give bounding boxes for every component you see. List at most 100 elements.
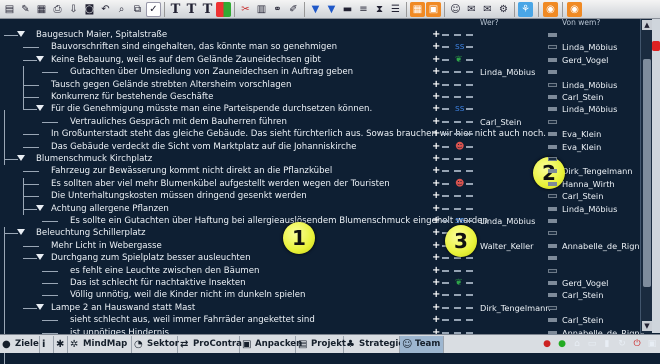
status-dash[interactable] xyxy=(442,269,449,272)
status-dash[interactable] xyxy=(454,34,461,36)
add-icon[interactable]: + xyxy=(432,91,440,103)
list-item[interactable]: Völlig unnötig, weil die Kinder nicht im… xyxy=(0,289,425,301)
list-item[interactable]: Es sollten aber viel mehr Blumenkübel au… xyxy=(0,178,425,190)
tab-sektor[interactable]: ◔ Sektor xyxy=(132,336,179,353)
list-item[interactable]: es fehlt eine Leuchte zwischen den Bäume… xyxy=(0,265,425,277)
add-icon[interactable]: + xyxy=(432,215,440,227)
list-item[interactable]: Das Gebäude verdeckt die Sicht vom Markt… xyxy=(0,141,425,153)
status-dash[interactable] xyxy=(442,319,449,322)
tool-icon[interactable]: ✐ xyxy=(286,2,301,17)
sort-icon[interactable]: ☰ xyxy=(388,2,403,17)
plant-icon[interactable]: ❦ xyxy=(455,277,463,289)
priority-marker[interactable] xyxy=(548,82,557,87)
add-icon[interactable]: + xyxy=(432,54,440,66)
priority-marker[interactable] xyxy=(548,243,557,248)
status-dash[interactable] xyxy=(442,83,449,86)
status-dash[interactable] xyxy=(466,220,473,222)
status-dash[interactable] xyxy=(466,294,473,297)
status-dash[interactable] xyxy=(442,120,449,123)
status-dash[interactable] xyxy=(442,145,449,148)
expand-toggle-icon[interactable] xyxy=(36,303,44,310)
priority-marker[interactable] xyxy=(548,268,557,273)
list-item[interactable]: Durchgang zum Spielplatz besser ausleuch… xyxy=(0,252,425,264)
undo-icon[interactable]: ↶ xyxy=(98,2,113,17)
priority-marker[interactable] xyxy=(548,318,557,323)
tab-asterisk[interactable]: ✱ xyxy=(54,336,68,353)
vertical-scrollbar[interactable]: ▲ ▼ xyxy=(640,19,652,333)
add-icon[interactable]: + xyxy=(432,190,440,202)
add-icon[interactable]: + xyxy=(432,277,440,289)
priority-marker[interactable] xyxy=(548,256,557,261)
copy-icon[interactable]: ⧉ xyxy=(130,2,145,17)
network-icon[interactable]: ⚘ xyxy=(518,2,533,17)
priority-marker[interactable] xyxy=(548,33,557,37)
status-dash[interactable] xyxy=(454,294,461,297)
list-item[interactable]: sieht schlecht aus, weil immer Fahrräder… xyxy=(0,314,425,326)
export-icon[interactable]: ⇩ xyxy=(66,2,81,17)
add-icon[interactable]: + xyxy=(432,79,440,91)
status-dash[interactable] xyxy=(454,195,461,198)
plant-icon[interactable]: ❦ xyxy=(455,54,463,66)
topic-row[interactable]: Baugesuch Maier, Spitalstraße xyxy=(0,29,425,41)
status-dash[interactable] xyxy=(466,120,473,123)
list-item[interactable]: Das ist schlecht für nachtaktive Insekte… xyxy=(0,277,425,289)
status-dash[interactable] xyxy=(454,207,461,210)
color-icon[interactable] xyxy=(216,2,231,17)
status-dash[interactable] xyxy=(466,108,473,111)
add-icon[interactable]: + xyxy=(432,289,440,301)
status-green-icon[interactable]: ● xyxy=(556,337,568,351)
scroll-down-icon[interactable]: ▼ xyxy=(642,321,652,331)
priority-marker[interactable] xyxy=(548,305,557,310)
add-icon[interactable]: + xyxy=(432,265,440,277)
move-down-2-icon[interactable]: ▼ xyxy=(324,2,339,17)
window-icon[interactable]: ▣ xyxy=(646,337,658,351)
status-dash[interactable] xyxy=(442,158,449,160)
status-dash[interactable] xyxy=(442,58,449,61)
list-item[interactable]: Konkurrenz für bestehende Geschäfte xyxy=(0,91,425,103)
update-icon[interactable]: ↻ xyxy=(616,337,628,351)
scroll-thumb[interactable] xyxy=(643,59,651,287)
note-icon[interactable]: ss xyxy=(455,41,464,53)
priority-marker[interactable] xyxy=(548,206,557,211)
list-item[interactable]: Gutachten über Umsiedlung von Zauneidech… xyxy=(0,66,425,78)
list-item[interactable]: Keine Bebauung, weil es auf dem Gelände … xyxy=(0,54,425,66)
status-dash[interactable] xyxy=(466,34,473,36)
expand-toggle-icon[interactable] xyxy=(17,229,25,236)
save-icon[interactable]: ▦ xyxy=(34,2,49,17)
status-dash[interactable] xyxy=(442,71,449,74)
status-dash[interactable] xyxy=(454,71,461,74)
status-red-icon[interactable]: ● xyxy=(541,337,553,351)
status-dash[interactable] xyxy=(466,319,473,322)
add-icon[interactable]: + xyxy=(432,227,440,239)
expand-toggle-icon[interactable] xyxy=(17,155,25,161)
expand-toggle-icon[interactable] xyxy=(17,31,25,37)
status-dash[interactable] xyxy=(442,195,449,198)
text-bold-icon[interactable]: T xyxy=(168,2,183,17)
status-dash[interactable] xyxy=(466,269,473,272)
status-dash[interactable] xyxy=(442,96,449,98)
status-dash[interactable] xyxy=(442,306,449,309)
text-size-icon[interactable]: T xyxy=(184,2,199,17)
status-dash[interactable] xyxy=(466,58,473,61)
priority-marker[interactable] xyxy=(548,107,557,112)
list-item[interactable]: Tausch gegen Gelände strebten Altersheim… xyxy=(0,79,425,91)
hourglass-icon[interactable]: ⧗ xyxy=(372,2,387,17)
add-icon[interactable]: + xyxy=(432,153,440,165)
priority-marker[interactable] xyxy=(548,95,557,99)
add-icon[interactable]: + xyxy=(432,66,440,78)
list-item[interactable]: Für die Genehmigung müsste man eine Part… xyxy=(0,103,425,115)
list-item[interactable]: Fahrzeug zur Bewässerung kommt nicht dir… xyxy=(0,165,425,177)
alert-icon[interactable] xyxy=(652,41,660,51)
status-dash[interactable] xyxy=(454,120,461,123)
tab-mindmap[interactable]: ✲ MindMap xyxy=(68,336,132,353)
status-dash[interactable] xyxy=(466,46,473,49)
power-icon[interactable]: ⏻ xyxy=(631,337,643,351)
camera-icon[interactable]: ◙ xyxy=(82,2,97,17)
help-icon[interactable]: ◉ xyxy=(543,2,558,17)
tab-projekt[interactable]: ▤ Projekt xyxy=(296,336,346,353)
priority-marker[interactable] xyxy=(548,194,557,199)
list-item[interactable]: Mehr Licht in Webergasse xyxy=(0,240,425,252)
status-dash[interactable] xyxy=(466,96,473,98)
status-dash[interactable] xyxy=(466,182,473,185)
status-dash[interactable] xyxy=(442,207,449,210)
